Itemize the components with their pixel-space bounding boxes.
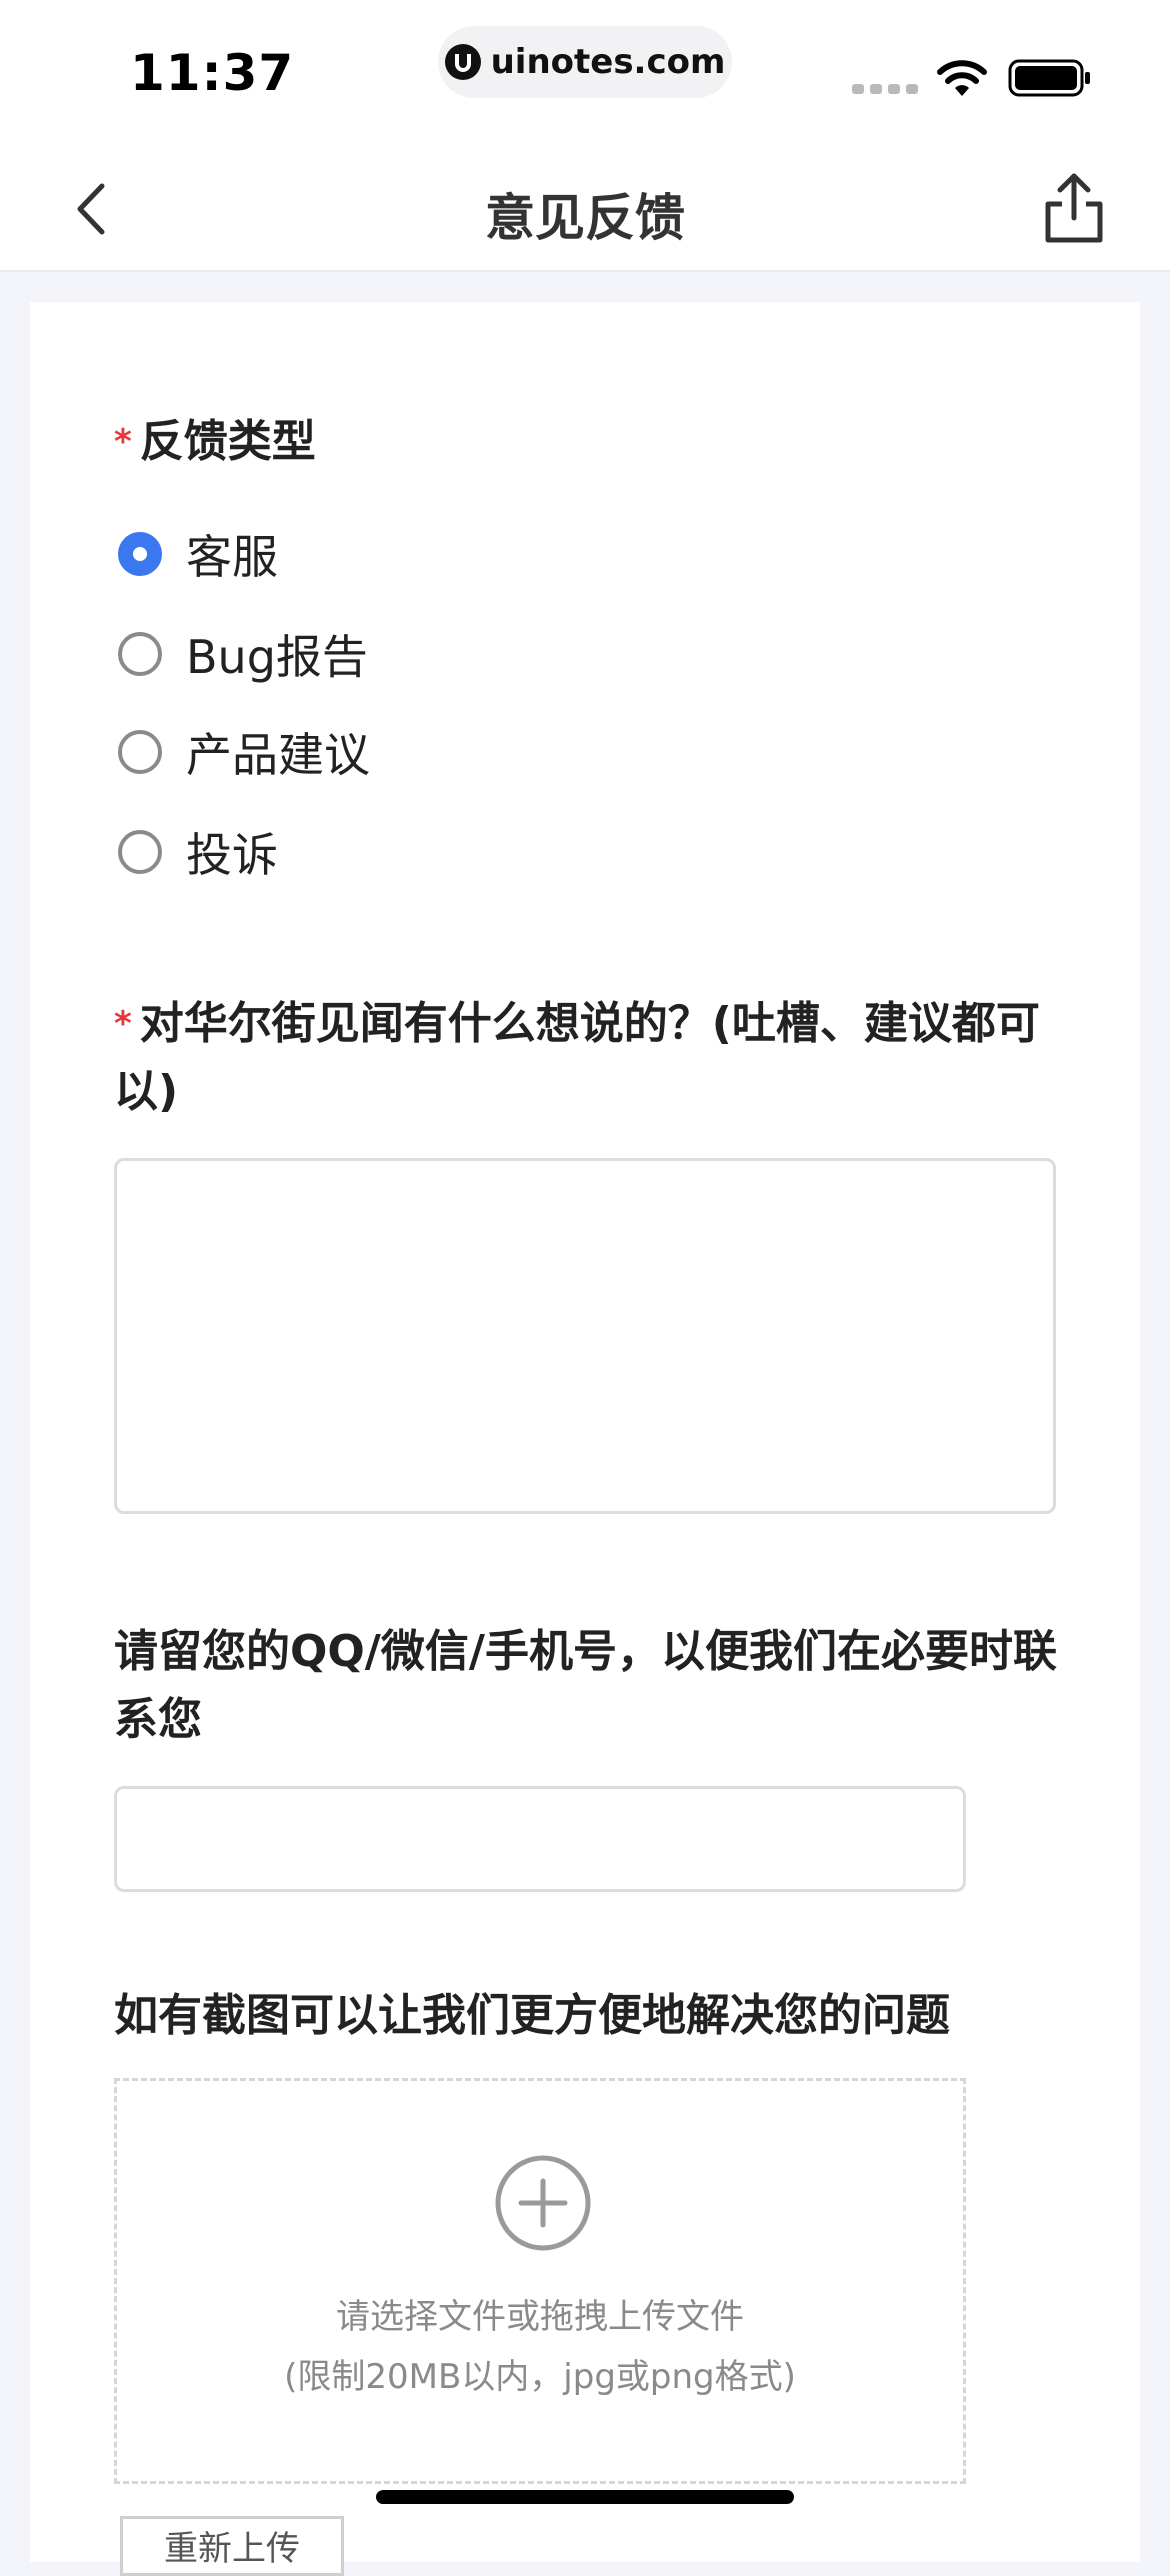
- share-icon: [1045, 173, 1103, 243]
- nav-bar: 意见反馈: [0, 140, 1170, 272]
- page-title: 意见反馈: [485, 189, 685, 247]
- required-mark: *: [114, 422, 132, 462]
- contact-input[interactable]: [114, 1786, 966, 1892]
- status-bar: 11:37 uinotes.com: [0, 0, 1170, 140]
- upload-hint: 请选择文件或拖拽上传文件 (限制20MB以内，jpg或png格式): [117, 2287, 963, 2407]
- wifi-icon: [937, 60, 987, 96]
- battery-icon: [1008, 59, 1090, 97]
- comment-label: * 对华尔街见闻有什么想说的？(吐槽、建议都可以): [114, 990, 1074, 1126]
- radio-button[interactable]: [118, 632, 162, 676]
- radio-option-customer-service[interactable]: 客服: [118, 518, 278, 590]
- url-pill[interactable]: uinotes.com: [438, 26, 732, 98]
- radio-button-selected[interactable]: [118, 532, 162, 576]
- file-upload-area[interactable]: 请选择文件或拖拽上传文件 (限制20MB以内，jpg或png格式): [114, 2078, 966, 2484]
- feedback-type-label: * 反馈类型: [114, 408, 1074, 476]
- upload-hint-line2: (限制20MB以内，jpg或png格式): [284, 2357, 796, 2397]
- comment-label-text: 对华尔街见闻有什么想说的？(吐槽、建议都可以): [114, 998, 1040, 1117]
- radio-button[interactable]: [118, 830, 162, 874]
- comment-textarea[interactable]: [114, 1158, 1056, 1514]
- radio-option-bug-report[interactable]: Bug报告: [118, 618, 368, 690]
- status-time: 11:37: [130, 44, 295, 102]
- radio-option-label: 客服: [186, 530, 278, 584]
- radio-option-label: 投诉: [186, 828, 278, 882]
- cellular-signal-icon: [852, 84, 918, 94]
- radio-option-label: Bug报告: [186, 630, 368, 684]
- radio-button[interactable]: [118, 730, 162, 774]
- url-text: uinotes.com: [490, 42, 726, 82]
- site-logo-icon: [444, 44, 481, 80]
- required-mark: *: [114, 1004, 132, 1044]
- feedback-type-label-text: 反馈类型: [139, 416, 316, 467]
- home-indicator[interactable]: [376, 2490, 794, 2504]
- upload-hint-line1: 请选择文件或拖拽上传文件: [336, 2297, 744, 2337]
- reupload-button[interactable]: 重新上传: [120, 2516, 344, 2576]
- feedback-form-card: * 反馈类型 客服 Bug报告 产品建议 投诉 * 对华尔街见闻有什么想说的？(吐槽…: [30, 302, 1140, 2576]
- plus-circle-icon: [495, 2155, 591, 2251]
- radio-option-product-suggestion[interactable]: 产品建议: [118, 716, 370, 788]
- radio-option-complaint[interactable]: 投诉: [118, 816, 278, 888]
- share-button[interactable]: [1040, 170, 1108, 246]
- radio-option-label: 产品建议: [186, 728, 370, 782]
- screenshot-label: 如有截图可以让我们更方便地解决您的问题: [114, 1990, 950, 2041]
- contact-label: 请留您的QQ/微信/手机号，以便我们在必要时联系您: [114, 1626, 1057, 1745]
